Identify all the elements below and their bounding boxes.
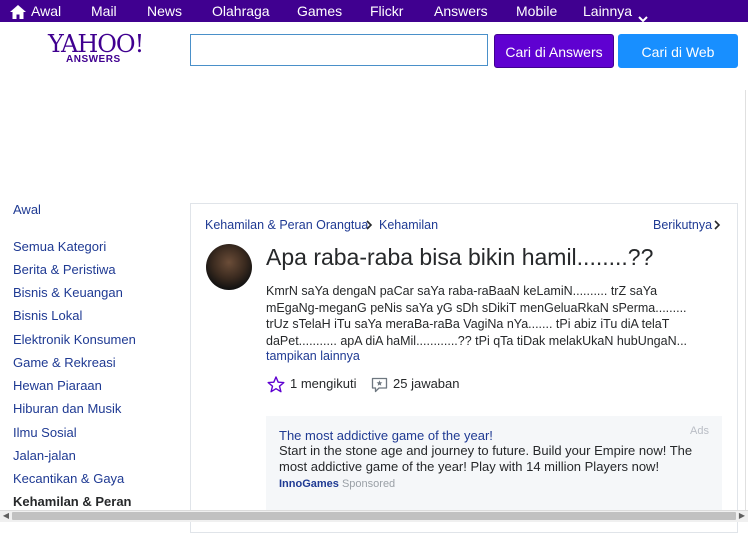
- search-input[interactable]: [190, 34, 488, 66]
- question-body-line: mEgaNg-meganG peNis saYa yG sDh sDikiT m…: [266, 300, 687, 315]
- star-icon: [267, 376, 285, 393]
- nav-item-home[interactable]: Awal: [10, 0, 61, 22]
- chevron-down-icon: [638, 7, 648, 29]
- sidebar-item-all-categories[interactable]: Semua Kategori: [13, 239, 106, 254]
- sidebar-item-beauty-style[interactable]: Kecantikan & Gaya: [13, 471, 124, 486]
- breadcrumb-category[interactable]: Kehamilan: [379, 218, 438, 232]
- nav-item-games[interactable]: Games: [297, 0, 342, 22]
- search-answers-button[interactable]: Cari di Answers: [494, 34, 614, 68]
- sidebar-item-games-recreation[interactable]: Game & Rekreasi: [13, 355, 116, 370]
- question-body-line: trUz sTelaH iTu saYa meraBa-raBa VagiNa …: [266, 317, 670, 331]
- question-body-line: daPet........... apA diA haMil..........…: [266, 333, 688, 348]
- scroll-right-arrow-icon[interactable]: ▶: [737, 511, 747, 521]
- logo-subtitle: ANSWERS: [66, 54, 121, 65]
- question-body: KmrN saYa dengaN paCar saYa raba-raBaaN …: [266, 283, 728, 349]
- ad-source: InnoGames Sponsored: [279, 478, 395, 490]
- nav-item-olahraga[interactable]: Olahraga: [212, 0, 270, 22]
- question-title: Apa raba-raba bisa bikin hamil........??: [266, 244, 654, 270]
- sidebar-item-pregnancy-parenting[interactable]: Kehamilan & Peran: [13, 494, 132, 509]
- vertical-scrollbar[interactable]: [745, 90, 746, 510]
- chevron-right-icon: [365, 219, 373, 233]
- sidebar-item-entertainment-music[interactable]: Hiburan dan Musik: [13, 401, 121, 416]
- horizontal-scrollbar-thumb[interactable]: [12, 512, 736, 520]
- sidebar-item-pets[interactable]: Hewan Piaraan: [13, 378, 102, 393]
- ad-sponsored-label: Sponsored: [341, 478, 396, 490]
- show-more-link[interactable]: tampikan lainnya: [266, 349, 360, 363]
- user-avatar[interactable]: [206, 244, 252, 290]
- sidebar-item-consumer-electronics[interactable]: Elektronik Konsumen: [13, 332, 136, 347]
- nav-item-flickr[interactable]: Flickr: [370, 0, 403, 22]
- ad-title-link[interactable]: The most addictive game of the year!: [279, 428, 493, 443]
- ad-description: Start in the stone age and journey to fu…: [279, 443, 693, 474]
- chevron-right-icon: [713, 219, 721, 233]
- nav-item-more[interactable]: Lainnya: [583, 0, 648, 23]
- next-question-link[interactable]: Berikutnya: [653, 218, 712, 232]
- breadcrumb-parent-category[interactable]: Kehamilan & Peran Orangtua: [205, 218, 368, 232]
- sidebar-item-travel[interactable]: Jalan-jalan: [13, 448, 76, 463]
- nav-item-label: Lainnya: [583, 3, 633, 19]
- nav-item-mail[interactable]: Mail: [91, 0, 117, 22]
- ad-advertiser-link[interactable]: InnoGames: [279, 478, 339, 490]
- nav-item-label: Awal: [31, 3, 62, 19]
- scroll-left-arrow-icon[interactable]: ◀: [1, 511, 11, 521]
- search-web-button[interactable]: Cari di Web: [618, 34, 738, 68]
- sidebar-item-news-events[interactable]: Berita & Peristiwa: [13, 262, 116, 277]
- answer-bubble-icon: [371, 377, 388, 392]
- nav-item-answers[interactable]: Answers: [434, 0, 488, 22]
- next-question-label: Berikutnya: [653, 218, 713, 232]
- top-navigation-bar: Awal Mail News Olahraga Games Flickr Ans…: [0, 0, 748, 23]
- question-body-line: KmrN saYa dengaN paCar saYa raba-raBaaN …: [266, 284, 658, 298]
- sidebar-item-business-finance[interactable]: Bisnis & Keuangan: [13, 285, 123, 300]
- ads-label: Ads: [690, 425, 709, 437]
- answers-count-button[interactable]: 25 jawaban: [371, 376, 460, 393]
- follow-count: 1 mengikuti: [290, 376, 357, 391]
- yahoo-answers-logo[interactable]: YAHOO! ANSWERS: [48, 30, 144, 66]
- sidebar-item-home[interactable]: Awal: [13, 202, 41, 217]
- home-icon: [10, 3, 26, 25]
- follow-button[interactable]: 1 mengikuti: [267, 376, 356, 393]
- answers-count: 25 jawaban: [393, 376, 460, 391]
- nav-item-news[interactable]: News: [147, 0, 182, 22]
- sidebar-item-local-business[interactable]: Bisnis Lokal: [13, 308, 82, 323]
- nav-item-mobile[interactable]: Mobile: [516, 0, 557, 22]
- sidebar-item-social-science[interactable]: Ilmu Sosial: [13, 425, 77, 440]
